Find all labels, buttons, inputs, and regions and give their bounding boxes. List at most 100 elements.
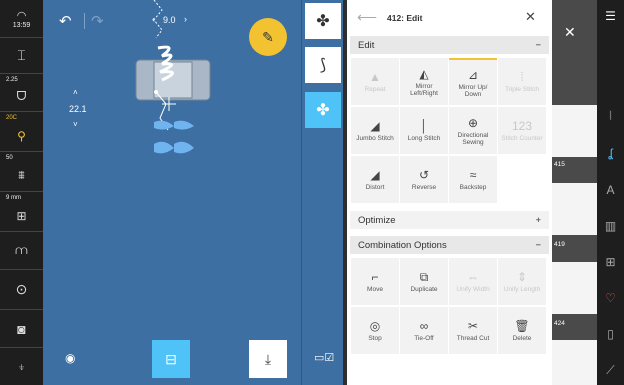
collapse-icon: − <box>535 239 541 251</box>
pattern-butterfly-icon: ✤ <box>316 13 330 30</box>
height-button[interactable]: 9 mm ⊞ <box>0 192 43 232</box>
mirror-up-down-icon: ⊿ <box>467 67 479 82</box>
pattern-wave-icon: ⟆ <box>319 57 327 74</box>
tool-label: Mirror Left/Right <box>410 82 438 97</box>
nav-quilt[interactable]: ⊞ <box>597 250 624 274</box>
tool-unify-width[interactable]: ⇔ Unify Width <box>449 258 497 305</box>
pattern-thumb-2[interactable]: ⟆ <box>305 47 341 83</box>
tool-directional-sewing[interactable]: ⊕ Directional Sewing <box>449 107 497 154</box>
undo-icon[interactable]: ↶ <box>59 12 72 30</box>
thread-cut-icon: ✂ <box>467 319 479 334</box>
expand-icon: + <box>535 214 541 226</box>
tool-unify-length[interactable]: ⇕ Unify Length <box>498 258 546 305</box>
list-item[interactable] <box>552 340 597 385</box>
section-optimize-header[interactable]: Optimize + <box>350 211 549 229</box>
tension-button[interactable]: 50 ⩩ <box>0 152 43 192</box>
temp-value: 20C <box>6 115 18 121</box>
nav-alphabets[interactable]: A <box>597 178 624 202</box>
tool-distort[interactable]: ◢ Distort <box>351 156 399 203</box>
list-item[interactable] <box>552 183 597 235</box>
section-optimize-label: Optimize <box>358 214 396 226</box>
menu-button[interactable]: ☰ <box>597 4 624 28</box>
section-combination-header[interactable]: Combination Options − <box>350 236 549 254</box>
combination-icon: ⊟ <box>165 350 177 367</box>
tool-stitch-counter[interactable]: 123 Stitch Counter <box>498 107 546 154</box>
needle-icon: ⌶ <box>17 47 26 63</box>
tension-value: 50 <box>6 155 13 161</box>
eye-icon[interactable]: ◉ <box>65 351 75 365</box>
tool-move[interactable]: ⌐ Move <box>351 258 399 305</box>
tool-backstep[interactable]: ≈ Backstep <box>449 156 497 203</box>
camera-button[interactable]: ◙ <box>0 310 43 348</box>
tool-mirror-up-down[interactable]: ⊿ Mirror Up/ Down <box>449 58 497 105</box>
nav-favorites[interactable]: ♡ <box>597 286 624 310</box>
combination-view-button[interactable]: ⊟ <box>152 340 190 378</box>
tool-delete[interactable]: 🗑 Delete <box>498 307 546 354</box>
tool-stop[interactable]: ◎ Stop <box>351 307 399 354</box>
unify-length-icon: ⇕ <box>516 270 528 285</box>
tool-label: Triple Stitch <box>504 86 540 94</box>
stitch-plate-icon: ⩋ <box>15 243 28 257</box>
list-item[interactable] <box>552 105 597 157</box>
position-up-icon[interactable]: ˄ <box>73 88 78 97</box>
nav-personal[interactable]: ▯ <box>597 322 624 346</box>
tool-duplicate[interactable]: ⧉ Duplicate <box>400 258 448 305</box>
wifi-status: ◠ 13:59 <box>0 0 43 38</box>
tool-tie-off[interactable]: ∞ Tie-Off <box>400 307 448 354</box>
tool-long-stitch[interactable]: │ Long Stitch <box>400 107 448 154</box>
collapse-icon: − <box>535 39 541 51</box>
section-edit-header[interactable]: Edit − <box>350 36 549 54</box>
directional-sewing-icon: ⊕ <box>467 115 479 130</box>
pencil-edit-button[interactable]: ✎ <box>249 18 287 56</box>
right-nav: ☰ ⦚ ʆ A ▥ ⊞ ♡ ▯ ⟋ <box>597 0 624 385</box>
list-close-icon[interactable]: ✕ <box>564 24 576 41</box>
needle-button[interactable]: ⌶ <box>0 38 43 74</box>
stitch-plate-button[interactable]: ⩋ <box>0 232 43 270</box>
tool-label: Directional Sewing <box>457 131 489 146</box>
delete-icon: 🗑 <box>514 319 530 334</box>
redo-icon[interactable]: ↷ <box>91 12 104 30</box>
stitch-number-2: 419 <box>554 241 565 248</box>
threading-button[interactable]: ⍖ <box>0 348 43 385</box>
list-item[interactable] <box>552 262 597 314</box>
nav-history[interactable]: ⟋ <box>597 358 624 382</box>
decorative-stitch-icon: ʆ <box>608 146 613 160</box>
nav-practical-stitches[interactable]: ⦚ <box>597 104 624 128</box>
back-arrow-icon[interactable]: ⟵ <box>357 9 377 26</box>
left-toolbar: ◠ 13:59 ⌶ 2.25 ᗜ 20C ⚲ 50 ⩩ 9 mm ⊞ ⩋ ⊙ ◙… <box>0 0 43 385</box>
pattern-thumb-1[interactable]: ✤ <box>305 3 341 39</box>
feed-dog-button[interactable]: 20C ⚲ <box>0 112 43 152</box>
download-icon: ⤓ <box>264 350 272 367</box>
tool-label: Reverse <box>411 184 437 192</box>
nav-decorative-stitches[interactable]: ʆ <box>597 141 624 165</box>
stitch-preview <box>135 0 211 154</box>
pattern-thumb-3-selected[interactable]: ✤ <box>305 92 341 128</box>
mirror-left-right-icon: ◭ <box>419 66 429 81</box>
tool-thread-cut[interactable]: ✂ Thread Cut <box>449 307 497 354</box>
tool-label: Backstep <box>459 184 487 192</box>
section-combination-label: Combination Options <box>358 239 447 251</box>
tool-reverse[interactable]: ↺ Reverse <box>400 156 448 203</box>
presser-foot-button[interactable]: 2.25 ᗜ <box>0 74 43 112</box>
tool-jumbo-stitch[interactable]: ◢ Jumbo Stitch <box>351 107 399 154</box>
nav-buttonholes[interactable]: ▥ <box>597 214 624 238</box>
tool-label: Distort <box>365 184 385 192</box>
practical-stitch-icon: ⦚ <box>609 108 612 123</box>
heart-icon: ♡ <box>605 291 616 305</box>
tool-repeat[interactable]: ▲ Repeat <box>351 58 399 105</box>
tool-mirror-left-right[interactable]: ◭ Mirror Left/Right <box>400 58 448 105</box>
divider <box>84 13 85 29</box>
split-view-icon[interactable]: ▭☑ <box>314 351 334 364</box>
bobbin-button[interactable]: ⊙ <box>0 270 43 310</box>
position-value: 22.1 <box>69 104 87 114</box>
stitch-canvas[interactable]: ↶ ↷ ‹ 9.0 › ˄ 22.1 ˅ ✎ ◉ ⊟ ⤓ <box>43 0 301 385</box>
reverse-icon: ↺ <box>418 168 430 183</box>
tool-triple-stitch[interactable]: ⦙ Triple Stitch <box>498 58 546 105</box>
tool-label: Stitch Counter <box>501 135 543 143</box>
hoop-icon: ⊞ <box>16 208 27 223</box>
tool-label: Duplicate <box>410 286 438 294</box>
save-button[interactable]: ⤓ <box>249 340 287 378</box>
personal-icon: ▯ <box>607 327 614 341</box>
position-down-icon[interactable]: ˅ <box>73 120 78 129</box>
close-icon[interactable]: ✕ <box>525 9 536 25</box>
